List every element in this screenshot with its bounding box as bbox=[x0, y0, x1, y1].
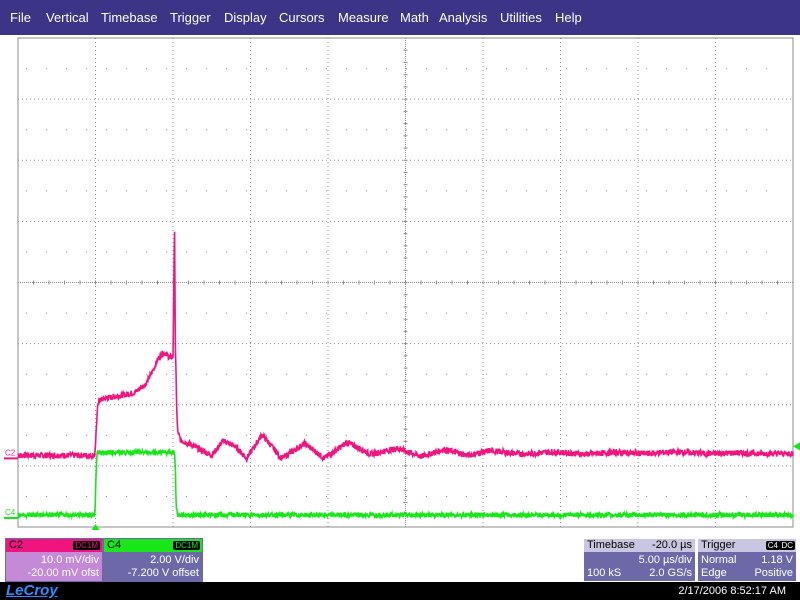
menu-item-math[interactable]: Math bbox=[400, 0, 429, 35]
trigger-level: 1.18 V bbox=[761, 554, 793, 566]
trigger-panel[interactable]: Trigger C4 DC Normal 1.18 V Edge Positiv… bbox=[697, 538, 797, 582]
c2-coupling-badge: DC1M bbox=[73, 541, 100, 550]
c4-vdiv: 2.00 V/div bbox=[150, 554, 199, 566]
c2-panel-header: C2 DC1M bbox=[6, 539, 102, 552]
c4-offset: -7.200 V offset bbox=[127, 567, 199, 579]
menu-item-cursors[interactable]: Cursors bbox=[279, 0, 325, 35]
timebase-label: Timebase bbox=[587, 539, 635, 551]
timebase-panel[interactable]: Timebase -20.0 µs 5.00 µs/div 100 kS 2.0… bbox=[583, 538, 696, 582]
menu-item-trigger[interactable]: Trigger bbox=[170, 0, 211, 35]
timebase-samples: 100 kS bbox=[587, 567, 622, 579]
c2-vdiv: 10.0 mV/div bbox=[40, 554, 99, 566]
trigger-slope: Positive bbox=[754, 567, 793, 579]
trigger-mode: Normal bbox=[701, 554, 737, 566]
trigger-panel-header: Trigger C4 DC bbox=[698, 539, 796, 552]
timebase-delay: -20.0 µs bbox=[652, 539, 692, 551]
timebase-panel-header: Timebase -20.0 µs bbox=[584, 539, 695, 552]
menu-item-file[interactable]: File bbox=[10, 0, 31, 35]
trigger-coupling-badge: DC bbox=[779, 541, 795, 550]
c2-panel-label: C2 bbox=[9, 539, 24, 551]
c2-ground-label: C2 bbox=[5, 448, 16, 457]
c4-channel-panel[interactable]: C4 DC1M 2.00 V/div -7.200 V offset bbox=[103, 538, 203, 582]
trigger-level-marker bbox=[793, 442, 800, 451]
menu-item-help[interactable]: Help bbox=[555, 0, 582, 35]
trigger-type: Edge bbox=[701, 567, 727, 579]
c4-panel-header: C4 DC1M bbox=[104, 539, 202, 552]
c4-panel-label: C4 bbox=[107, 539, 122, 551]
menu-item-utilities[interactable]: Utilities bbox=[500, 0, 542, 35]
timebase-tdiv: 5.00 µs/div bbox=[638, 554, 692, 566]
menu-item-analysis[interactable]: Analysis bbox=[439, 0, 487, 35]
trigger-source-badge: C4 bbox=[765, 541, 780, 550]
c4-ground-label: C4 bbox=[5, 508, 16, 517]
menu-item-timebase[interactable]: Timebase bbox=[101, 0, 158, 35]
menu-item-vertical[interactable]: Vertical bbox=[46, 0, 89, 35]
brand-logo[interactable]: LeCroy bbox=[6, 582, 58, 600]
timebase-rate: 2.0 GS/s bbox=[649, 567, 692, 579]
status-bar: LeCroy 2/17/2006 8:52:17 AM bbox=[0, 582, 800, 600]
menu-bar: File Vertical Timebase Trigger Display Cursor… bbox=[0, 0, 800, 35]
c2-channel-panel[interactable]: C2 DC1M 10.0 mV/div -20.00 mV ofst bbox=[5, 538, 103, 582]
c4-coupling-badge: DC1M bbox=[173, 541, 200, 550]
trigger-label: Trigger bbox=[701, 539, 736, 551]
menu-item-display[interactable]: Display bbox=[224, 0, 267, 35]
c2-offset: -20.00 mV ofst bbox=[27, 567, 99, 579]
menu-item-measure[interactable]: Measure bbox=[338, 0, 389, 35]
status-datetime: 2/17/2006 8:52:17 AM bbox=[678, 585, 786, 597]
waveform-display[interactable]: C2 C4 bbox=[0, 35, 800, 530]
